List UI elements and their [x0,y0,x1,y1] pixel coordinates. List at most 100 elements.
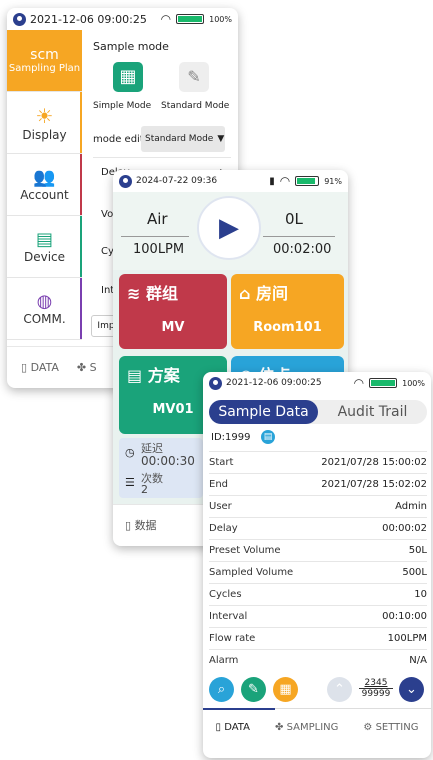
volume: 0L [285,210,303,228]
bottom-tabbar: ▯ DATA ✤ SAMPLING ⚙ SETTING [203,722,431,733]
times-value: 2 [141,483,148,496]
tab-audit-trail[interactable]: Audit Trail [318,400,427,424]
simple-mode-icon[interactable]: ▦ [113,62,143,92]
table-row: User Admin [209,495,427,516]
sidebar-item-sampling-plan[interactable]: scm Sampling Plan [7,30,82,92]
standard-mode-icon[interactable]: ✎ [179,62,209,92]
wifi-icon: ◠ [160,12,172,26]
page-down-button[interactable]: ⌄ [399,677,424,702]
row-value: 50L [408,544,427,556]
stack-icon: ☰ [125,476,135,489]
row-value: 10 [414,588,427,600]
search-button[interactable]: ⌕ [209,677,234,702]
data-tabs: Sample Data Audit Trail [209,400,427,424]
row-value: Admin [395,500,427,512]
users-icon: 👥 [33,167,56,188]
run-header: Air 100LPM 0L 00:02:00 ▶ [113,192,348,270]
tab-data-label: DATA [30,361,59,374]
simple-mode-label: Simple Mode [93,101,152,111]
pager: 2345 99999 [359,678,393,699]
tile-group-label: 群组 [145,284,178,303]
row-label: Alarm [209,654,239,666]
sidebar-item-account[interactable]: 👥 Account [7,154,82,216]
status-time: 2021-12-06 09:00:25 [30,12,147,26]
tab-sampling-label: SAMPLING [286,722,339,733]
tab-sample-data[interactable]: Sample Data [209,400,318,424]
row-value: 00:00:02 [382,522,427,534]
battery-percent: 91% [324,176,342,186]
tab-setting[interactable]: ⚙ SETTING [363,722,418,733]
wifi-icon: ◠ [279,174,291,188]
chevron-down-icon: ⌄ [406,682,417,697]
menu-volume[interactable]: Vo [101,209,113,220]
tab-data[interactable]: ▯ 数据 [125,519,157,532]
grid-button[interactable]: ▦ [273,677,298,702]
tab-sampling[interactable]: ✤ S [77,361,97,374]
row-value: 100LPM [387,632,427,644]
globe-icon: ◍ [36,291,53,312]
tab-data[interactable]: ▯ DATA [216,722,250,733]
row-value: 00:10:00 [382,610,427,622]
sidebar-item-label: Sampling Plan [8,63,81,74]
document-icon[interactable]: ▤ [261,430,275,444]
sidebar-item-label: Display [22,127,67,142]
delay-value: 00:00:30 [141,454,195,468]
table-row: Sampled Volume 500L [209,561,427,582]
row-value: N/A [409,654,427,666]
run-info: ◷ 延迟 00:00:30 ☰ 次数 2 [119,438,203,498]
tab-sampling-label: S [89,361,97,374]
menu-cycles[interactable]: Cy [101,246,114,257]
chevron-down-icon: ▼ [217,134,225,144]
tile-room[interactable]: ⌂ 房间 Room101 [231,274,344,349]
sidebar-item-display[interactable]: ☀ Display [7,92,82,154]
row-label: Flow rate [209,632,256,644]
edit-icon: ✎ [248,682,259,697]
grid-icon: ▦ [279,682,292,697]
section-title: Sample mode [93,40,169,53]
document-icon: ▤ [127,366,143,385]
device-icon: ▤ [35,229,53,250]
status-bar: 2021-12-06 09:00:25 ◠ 100% [7,8,238,30]
play-icon: ▶ [219,213,239,243]
battery-percent: 100% [402,378,425,388]
row-label: Delay [209,522,238,534]
battery-icon [295,176,320,186]
status-bar: 2021-12-06 09:00:25 ◠ 100% [203,372,431,394]
page-up-button[interactable]: ⌃ [327,677,352,702]
document-icon: ▯ [125,519,132,532]
sidebar-item-label: COMM. [23,312,66,326]
tab-data[interactable]: ▯ DATA [21,361,59,374]
play-button[interactable]: ▶ [197,196,261,260]
status-bar: 2024-07-22 09:36 ▮ ◠ 91% [113,170,348,192]
document-icon: ▯ [215,722,222,733]
sampling-icon: ✤ [76,361,87,374]
table-row: Flow rate 100LPM [209,627,427,648]
standard-mode-label: Standard Mode [161,101,230,111]
tile-group-value: MV [161,320,185,335]
status-time: 2024-07-22 09:36 [136,176,218,186]
sidebar-item-device[interactable]: ▤ Device [7,216,82,278]
clock-icon: ◷ [125,446,135,459]
scm-icon: scm [30,47,59,63]
row-value: 2021/07/28 15:00:02 [321,456,427,468]
mode-edit-select[interactable]: Standard Mode ▼ [141,126,225,152]
home-icon: ⌂ [239,284,251,303]
wifi-icon: ◠ [353,376,365,390]
pager-total: 99999 [361,689,391,699]
tab-sampling[interactable]: ✤ SAMPLING [275,722,338,733]
edit-button[interactable]: ✎ [241,677,266,702]
usb-icon: ▮ [269,175,275,187]
battery-percent: 100% [209,14,232,24]
tile-group[interactable]: ≋ 群组 MV [119,274,227,349]
screen-sample-data: 2021-12-06 09:00:25 ◠ 100% Sample Data A… [203,372,431,758]
user-icon [209,376,222,390]
timer: 00:02:00 [273,242,332,257]
chevron-up-icon: ⌃ [334,682,345,697]
sidebar-item-comm[interactable]: ◍ COMM. [7,278,82,340]
search-icon: ⌕ [217,682,226,697]
row-label: Cycles [209,588,242,600]
row-label: User [209,500,232,512]
tile-plan-label: 方案 [147,366,180,385]
table-row: Cycles 10 [209,583,427,604]
row-value: 500L [402,566,427,578]
